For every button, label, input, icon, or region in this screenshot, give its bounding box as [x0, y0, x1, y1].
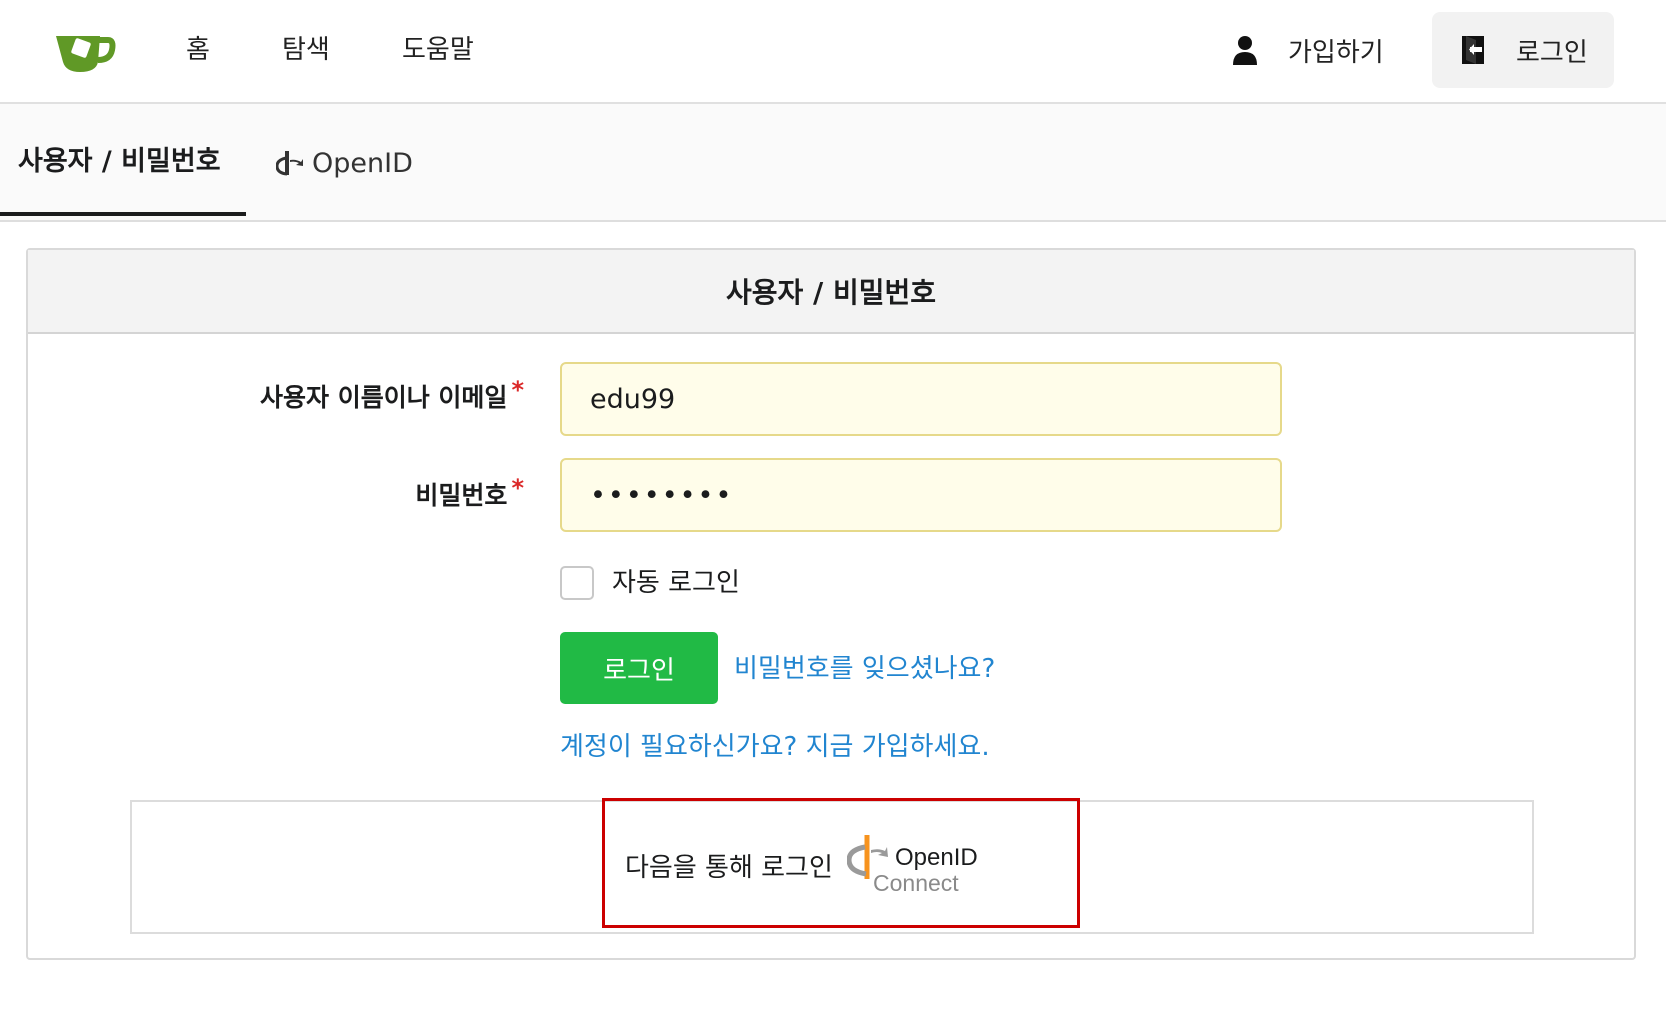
remember-me-checkbox[interactable]: [560, 566, 594, 600]
register-nav-button[interactable]: 가입하기: [1228, 12, 1418, 88]
login-method-tabs: 사용자 / 비밀번호 OpenID: [0, 104, 1666, 222]
password-label: 비밀번호 *: [415, 474, 524, 512]
card-title: 사용자 / 비밀번호: [28, 250, 1634, 334]
oauth-signin-text: 다음을 통해 로그인: [625, 852, 833, 883]
page-scrollbar[interactable]: [1666, 0, 1676, 1036]
tab-user-password[interactable]: 사용자 / 비밀번호: [0, 104, 246, 216]
tab-user-password-label: 사용자 / 비밀번호: [18, 145, 221, 177]
login-submit-button[interactable]: 로그인: [560, 632, 718, 704]
nav-home-link[interactable]: 홈: [186, 30, 210, 70]
required-mark: *: [511, 376, 524, 404]
nav-help-link[interactable]: 도움말: [402, 30, 474, 70]
password-input[interactable]: [560, 458, 1282, 532]
openid-connect-logo-icon: OpenID Connect: [846, 835, 978, 895]
remember-me-label[interactable]: 자동 로그인: [612, 562, 740, 599]
card-title-text: 사용자 / 비밀번호: [725, 276, 937, 309]
gitea-logo-icon[interactable]: [54, 28, 116, 74]
username-input[interactable]: [560, 362, 1282, 436]
top-navbar: 홈 탐색 도움말 가입하기 로그인: [0, 0, 1666, 104]
password-label-text: 비밀번호: [415, 481, 508, 510]
register-link[interactable]: 계정이 필요하신가요? 지금 가입하세요.: [560, 726, 990, 763]
oauth-providers-box: 다음을 통해 로그인 OpenID Connect: [130, 798, 1534, 934]
openid-connect-title: OpenID: [895, 844, 978, 871]
openid-connect-signin-link[interactable]: 다음을 통해 로그인 OpenID Connect: [625, 831, 983, 895]
user-icon: [1233, 36, 1257, 65]
tab-openid[interactable]: OpenID: [276, 104, 413, 222]
tab-openid-label: OpenID: [312, 147, 413, 179]
forgot-password-link[interactable]: 비밀번호를 잊으셨나요?: [734, 648, 995, 685]
username-label: 사용자 이름이나 이메일 *: [260, 376, 524, 414]
required-mark: *: [511, 474, 524, 502]
username-label-text: 사용자 이름이나 이메일: [260, 383, 508, 412]
signin-nav-button[interactable]: 로그인: [1432, 12, 1614, 88]
highlight-box: 다음을 통해 로그인 OpenID Connect: [602, 798, 1080, 928]
nav-explore-link[interactable]: 탐색: [282, 30, 330, 70]
openid-connect-subtitle: Connect: [873, 870, 959, 895]
signin-label: 로그인: [1516, 37, 1588, 68]
openid-icon: [276, 151, 303, 176]
sign-in-door-icon: [1462, 36, 1484, 64]
register-label: 가입하기: [1288, 37, 1384, 68]
login-card: 사용자 / 비밀번호 사용자 이름이나 이메일* 비밀번호* 자동 로그인 로그…: [26, 248, 1636, 960]
